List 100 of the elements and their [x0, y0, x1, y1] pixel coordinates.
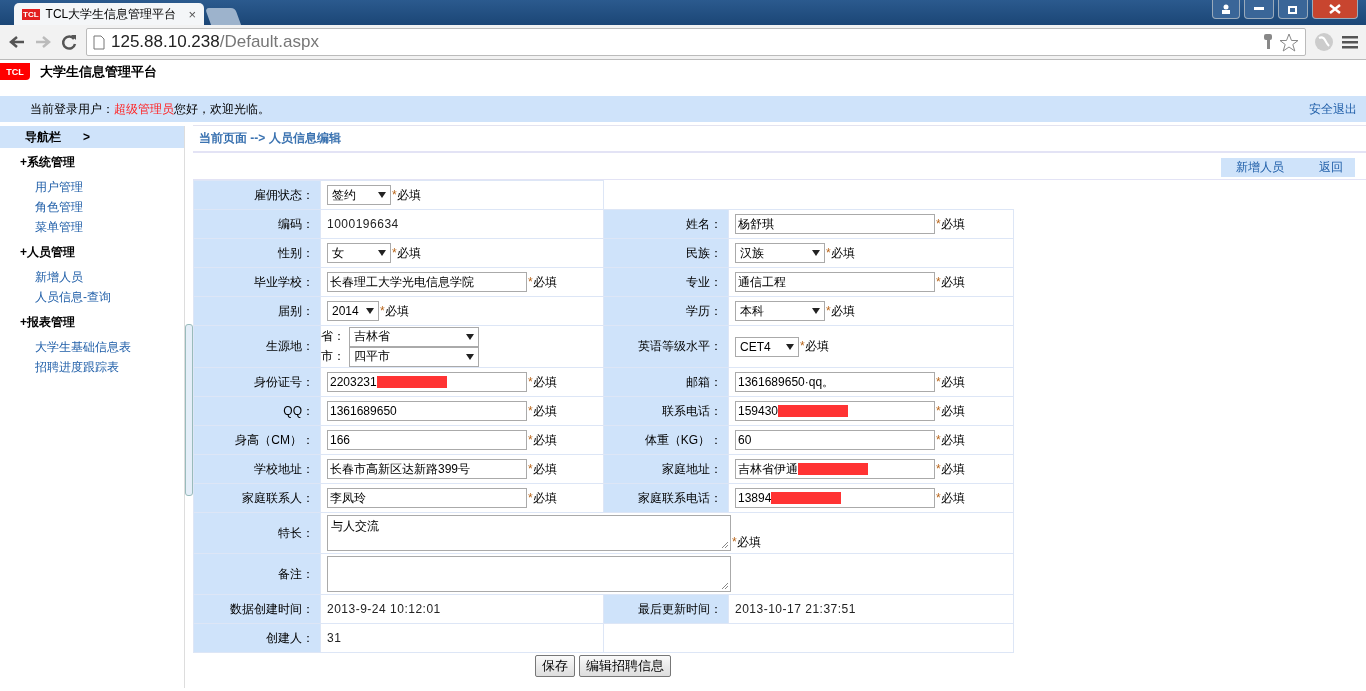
back-icon[interactable]	[8, 34, 26, 50]
input-field[interactable]: 杨舒琪	[735, 214, 935, 234]
form-button[interactable]: 编辑招聘信息	[579, 655, 671, 677]
welcome-text: 当前登录用户：超级管理员您好，欢迎光临。	[30, 100, 270, 118]
nav-link[interactable]: 大学生基础信息表	[35, 337, 131, 357]
page-icon	[93, 34, 105, 50]
caret-icon	[812, 250, 820, 256]
field-label: 专业：	[686, 274, 722, 289]
required-note: *必填	[528, 489, 557, 507]
required-note: *必填	[936, 431, 965, 449]
caret-icon	[812, 308, 820, 314]
form-button[interactable]: 保存	[535, 655, 575, 677]
caret-icon	[378, 192, 386, 198]
required-note: *必填	[392, 244, 421, 262]
minimize-icon[interactable]	[1244, 0, 1274, 19]
select-field[interactable]: 签约	[327, 185, 391, 205]
input-field[interactable]: 长春理工大学光电信息学院	[327, 272, 527, 292]
field-value: 31	[327, 631, 342, 645]
nav-link[interactable]: 招聘进度跟踪表	[35, 357, 119, 377]
new-tab-button[interactable]	[204, 8, 242, 25]
input-field[interactable]: 1361689650	[327, 401, 527, 421]
input-field[interactable]: 13894	[735, 488, 935, 508]
caret-icon	[366, 308, 374, 314]
field-label: 数据创建时间：	[230, 601, 314, 616]
key-icon[interactable]	[1263, 33, 1273, 51]
field-label: 创建人：	[266, 630, 314, 645]
splitter-handle[interactable]	[185, 324, 193, 496]
reload-icon[interactable]	[60, 33, 78, 51]
menu-icon[interactable]	[1342, 35, 1358, 49]
caret-icon	[466, 353, 474, 360]
user-icon[interactable]	[1212, 0, 1240, 19]
field-label: 身高（CM）：	[235, 432, 314, 447]
input-field[interactable]: 166	[327, 430, 527, 450]
input-field[interactable]: 通信工程	[735, 272, 935, 292]
url: 125.88.10.238/Default.aspx	[111, 32, 319, 52]
nav-group[interactable]: +系统管理	[0, 148, 184, 168]
field-value: 2013-9-24 10:12:01	[327, 602, 441, 616]
input-field[interactable]: 长春市高新区达新路399号	[327, 459, 527, 479]
select-field[interactable]: CET4	[735, 336, 799, 357]
required-note: *必填	[528, 273, 557, 291]
nav-group[interactable]: +人员管理	[0, 238, 184, 258]
select-field[interactable]: 女	[327, 243, 391, 263]
action-link[interactable]: 返回	[1319, 158, 1343, 176]
field-value: 1000196634	[327, 217, 399, 231]
required-note: *必填	[936, 215, 965, 233]
field-label: 家庭联系人：	[242, 490, 314, 505]
field-label: 性别：	[278, 245, 314, 260]
nav-link[interactable]: 用户管理	[35, 177, 83, 197]
caret-icon	[786, 343, 794, 350]
select-field[interactable]: 汉族	[735, 243, 825, 263]
field-label: 学历：	[686, 303, 722, 318]
field-label: QQ：	[283, 403, 314, 418]
nav-link[interactable]: 菜单管理	[35, 217, 83, 237]
input-field[interactable]: 159430	[735, 401, 935, 421]
action-link[interactable]: 新增人员	[1236, 158, 1284, 176]
nav-link[interactable]: 人员信息-查询	[35, 287, 111, 307]
input-field[interactable]: 吉林省伊通	[735, 459, 935, 479]
field-label: 联系电话：	[662, 403, 722, 418]
browser-tab[interactable]: TCL TCL大学生信息管理平台 ×	[14, 3, 204, 25]
caret-icon	[378, 250, 386, 256]
required-note: *必填	[936, 273, 965, 291]
select-field[interactable]: 四平市	[349, 346, 479, 367]
favicon: TCL	[22, 8, 40, 20]
select-field[interactable]: 本科	[735, 301, 825, 321]
nav-title: 导航栏	[25, 128, 61, 146]
region-label: 省：	[321, 328, 345, 345]
input-field[interactable]: 60	[735, 430, 935, 450]
required-note: *必填	[732, 534, 761, 551]
input-field[interactable]: 1361689650·qq。	[735, 372, 935, 392]
field-label: 英语等级水平：	[638, 339, 722, 353]
required-note: *必填	[826, 244, 855, 262]
field-label: 学校地址：	[254, 461, 314, 476]
nav-link[interactable]: 角色管理	[35, 197, 83, 217]
star-icon[interactable]	[1279, 32, 1299, 52]
field-label: 最后更新时间：	[638, 601, 722, 616]
field-label: 家庭地址：	[662, 461, 722, 476]
text-area[interactable]: 与人交流	[327, 515, 731, 551]
field-label: 雇佣状态：	[254, 187, 314, 202]
address-bar[interactable]: 125.88.10.238/Default.aspx	[86, 28, 1306, 56]
required-note: *必填	[800, 338, 829, 355]
field-label: 邮箱：	[686, 374, 722, 389]
caret-icon	[466, 333, 474, 340]
select-field[interactable]: 2014	[327, 301, 379, 321]
logout-link[interactable]: 安全退出	[1309, 100, 1357, 118]
input-field[interactable]: 2203231	[327, 372, 527, 392]
required-note: *必填	[528, 460, 557, 478]
close-tab-button[interactable]: ×	[188, 6, 196, 22]
region-label: 市：	[321, 348, 345, 365]
required-note: *必填	[936, 373, 965, 391]
nav-link[interactable]: 新增人员	[35, 267, 83, 287]
required-note: *必填	[392, 186, 421, 204]
field-label: 民族：	[686, 245, 722, 260]
collapse-toggle[interactable]: >	[83, 130, 90, 144]
input-field[interactable]: 李凤玲	[327, 488, 527, 508]
field-label: 毕业学校：	[254, 274, 314, 289]
maximize-icon[interactable]	[1278, 0, 1308, 19]
select-field[interactable]: 吉林省	[349, 326, 479, 347]
nav-group[interactable]: +报表管理	[0, 308, 184, 328]
required-note: *必填	[826, 302, 855, 320]
close-icon[interactable]	[1312, 0, 1358, 19]
